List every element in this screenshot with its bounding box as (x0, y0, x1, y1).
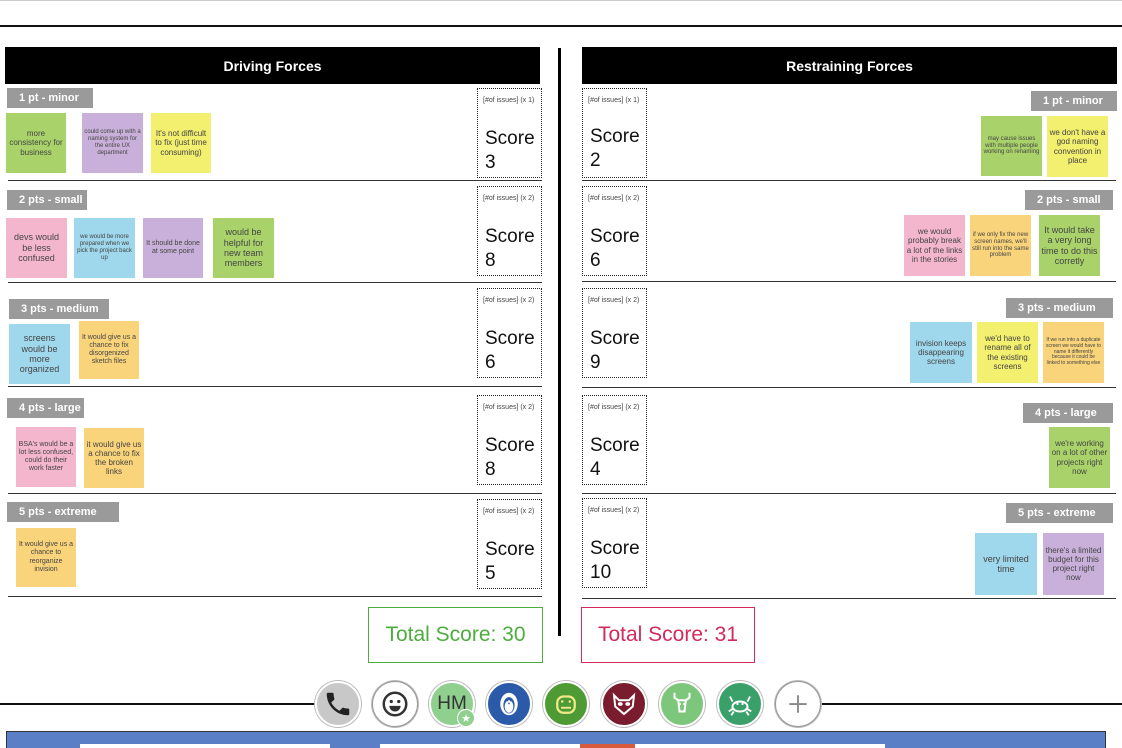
score-value: 2 (590, 150, 601, 171)
top-divider (0, 25, 1122, 27)
score-value: 8 (485, 459, 496, 480)
tag-1pt-restraining: 1 pt - minor (1031, 91, 1117, 111)
add-icon (789, 695, 807, 713)
score-box-restraining-5: [#of issues] (x 2) Score 10 (582, 498, 647, 588)
hippo-icon (556, 695, 576, 714)
row-divider (582, 281, 1116, 282)
sticky-note[interactable]: If we run into a duplicate screen we wou… (1043, 322, 1104, 383)
add-participant-button[interactable] (775, 681, 821, 727)
bottom-panel-field (80, 744, 330, 748)
sticky-note[interactable]: could come up with a naming system for t… (82, 113, 143, 173)
bottom-panel-accent (580, 744, 635, 748)
restraining-total-score: Total Score: 31 (581, 607, 755, 663)
tag-2pts-driving: 2 pts - small (7, 190, 87, 210)
sticky-note[interactable]: we're working on a lot of other projects… (1049, 427, 1110, 488)
tag-4pts-restraining: 4 pts - large (1023, 403, 1113, 423)
sticky-note[interactable]: we would probably break a lot of the lin… (904, 215, 965, 276)
sticky-note[interactable]: it would give us a chance to fix the bro… (84, 428, 144, 488)
center-divider (558, 48, 561, 636)
driving-total-score: Total Score: 30 (368, 607, 543, 663)
row-divider (582, 598, 1116, 599)
tag-4pts-driving: 4 pts - large (7, 398, 84, 418)
row-divider (8, 386, 542, 387)
avatar-penguin[interactable] (486, 681, 532, 727)
row-divider (582, 493, 1116, 494)
row-divider (8, 180, 542, 181)
sticky-note[interactable]: devs would be less confused (6, 218, 67, 278)
score-box-driving-3: [#of issues] (x 2) Score 6 (477, 288, 542, 378)
sticky-note[interactable]: we would be more prepared when we pick t… (74, 218, 135, 278)
sticky-note[interactable]: if we only fix the new screen names, we'… (970, 215, 1031, 276)
raccoon-icon (612, 692, 636, 716)
sticky-note[interactable]: BSA's would be a lot less confused, coul… (16, 427, 76, 487)
row-divider (582, 387, 1116, 388)
avatar-hippo[interactable] (543, 681, 589, 727)
score-value: 6 (590, 250, 601, 271)
avatar-crab[interactable] (717, 681, 763, 727)
sticky-note[interactable]: It would give us a chance to fix disorge… (79, 321, 139, 379)
score-value: 5 (485, 563, 496, 584)
tag-1pt-driving: 1 pt - minor (7, 88, 93, 108)
tag-2pts-restraining: 2 pts - small (1025, 190, 1113, 210)
sticky-note[interactable]: would be helpful for new team members (213, 218, 274, 278)
bottom-line-right (820, 703, 1122, 705)
score-value: 9 (590, 352, 601, 373)
sticky-note[interactable]: It's not difficult to fix (just time con… (151, 113, 211, 173)
sticky-note[interactable]: It should be done at some point (143, 218, 203, 278)
score-box-driving-2: [#of issues] (x 2) Score 8 (477, 186, 542, 276)
score-box-driving-5: [#of issues] (x 2) Score 5 (477, 499, 542, 589)
score-box-driving-4: [#of issues] (x 2) Score 8 (477, 395, 542, 485)
score-value: 4 (590, 459, 601, 480)
sticky-note[interactable]: there's a limited budget for this projec… (1043, 533, 1104, 595)
row-divider (582, 180, 1116, 181)
tag-5pts-restraining: 5 pts - extreme (1006, 503, 1113, 523)
sticky-note[interactable]: may cause issues with multiple people wo… (981, 116, 1042, 176)
top-edge (0, 0, 1122, 1)
deer-icon (673, 692, 691, 713)
reaction-button[interactable] (372, 681, 418, 727)
score-value: 8 (485, 250, 496, 271)
sticky-note[interactable]: more consistency for business (6, 113, 66, 173)
emoji-icon (382, 691, 408, 717)
score-box-restraining-2: [#of issues] (x 2) Score 6 (582, 186, 647, 276)
sticky-note[interactable]: It would give us a chance to reorganize … (16, 528, 76, 587)
avatar-deer[interactable] (659, 681, 705, 727)
bottom-panel-field (635, 744, 885, 748)
row-divider (8, 282, 542, 283)
bottom-panel-field (380, 744, 580, 748)
score-value: 3 (485, 152, 496, 173)
score-box-restraining-3: [#of issues] (x 2) Score 9 (582, 288, 647, 378)
score-value: 10 (590, 562, 612, 583)
sticky-note[interactable]: very limited time (975, 533, 1037, 595)
score-box-restraining-4: [#of issues] (x 2) Score 4 (582, 395, 647, 485)
sticky-note[interactable]: invision keeps disappearing screens (910, 322, 972, 383)
sticky-note[interactable]: screens would be more organized (9, 324, 70, 384)
star-badge-icon: ★ (457, 709, 475, 727)
sticky-note[interactable]: we'd have to rename all of the existing … (977, 322, 1038, 383)
crab-icon (728, 696, 752, 716)
score-box-restraining-1: [#of issues] (x 1) Score 2 (582, 88, 647, 178)
avatar-current-user[interactable]: HM ★ (429, 681, 475, 727)
tag-3pts-restraining: 3 pts - medium (1006, 298, 1113, 318)
score-box-driving-1: [#of issues] (x 1) Score 3 (477, 88, 542, 178)
row-divider (8, 493, 542, 494)
restraining-forces-header: Restraining Forces (582, 47, 1117, 84)
bottom-line-left (0, 703, 320, 705)
tag-5pts-driving: 5 pts - extreme (7, 502, 119, 522)
driving-forces-header: Driving Forces (5, 47, 540, 84)
tag-3pts-driving: 3 pts - medium (9, 299, 109, 319)
row-divider (8, 596, 542, 597)
score-value: 6 (485, 352, 496, 373)
sticky-note[interactable]: It would take a very long time to do thi… (1039, 215, 1100, 276)
penguin-icon (500, 692, 518, 716)
phone-icon (326, 692, 350, 716)
avatar-raccoon[interactable] (601, 681, 647, 727)
sticky-note[interactable]: we don't have a god naming convention in… (1047, 116, 1108, 177)
phone-button[interactable] (315, 681, 361, 727)
